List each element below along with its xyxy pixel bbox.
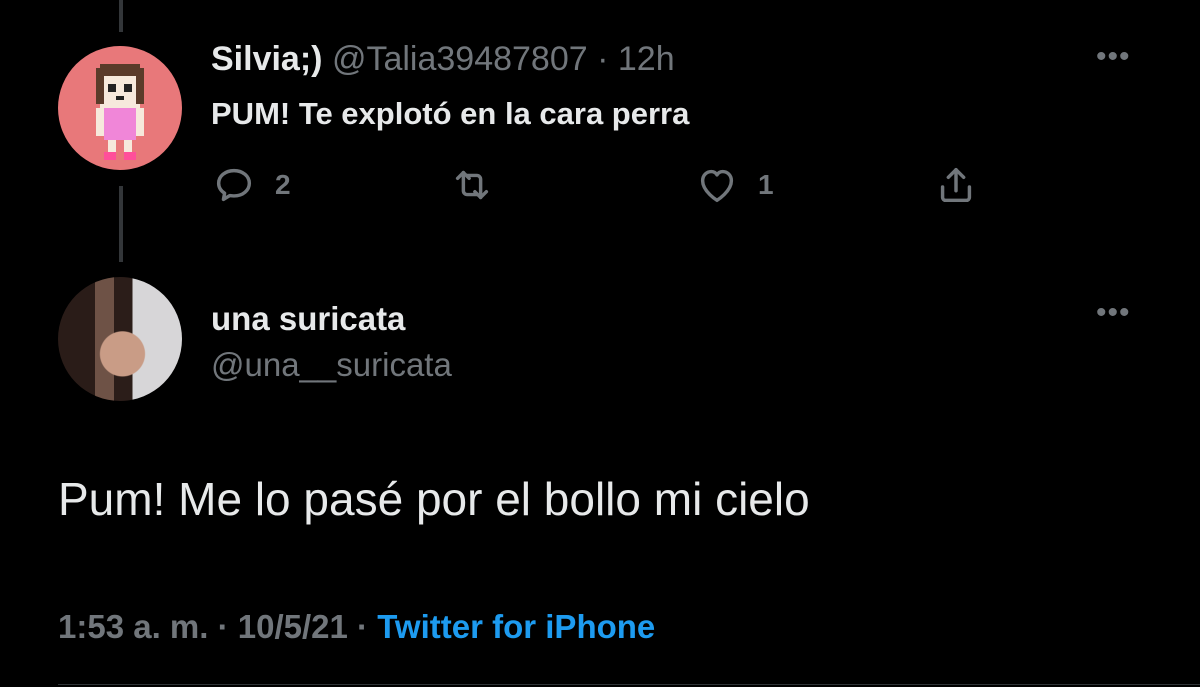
share-icon bbox=[940, 167, 972, 203]
thread-line-bottom bbox=[119, 186, 123, 262]
tweet-timestamp[interactable]: 1:53 a. m. bbox=[58, 608, 208, 645]
avatar[interactable] bbox=[58, 46, 182, 170]
author-name[interactable]: Silvia;) bbox=[211, 40, 322, 78]
separator-dot: · bbox=[217, 608, 229, 645]
separator-dot: · bbox=[357, 608, 369, 645]
reply-icon bbox=[216, 168, 252, 202]
reply-tweet-text: PUM! Te explotó en la cara perra bbox=[211, 96, 690, 131]
share-button[interactable] bbox=[933, 162, 979, 208]
tweet-header: Silvia;) @Talia39487807 · 12h bbox=[211, 40, 675, 79]
avatar[interactable] bbox=[58, 277, 182, 401]
like-count: 1 bbox=[758, 169, 774, 200]
divider bbox=[58, 684, 1200, 685]
author-handle[interactable]: @una__suricata bbox=[211, 346, 452, 384]
pixel-girl-avatar-icon bbox=[96, 64, 144, 160]
thread-line-top bbox=[119, 0, 123, 32]
author-name[interactable]: una suricata bbox=[211, 300, 405, 338]
reply-button[interactable]: 2 bbox=[211, 162, 291, 208]
heart-icon bbox=[700, 169, 734, 203]
retweet-button[interactable] bbox=[449, 162, 495, 208]
like-button[interactable]: 1 bbox=[694, 162, 774, 208]
tweet-date[interactable]: 10/5/21 bbox=[238, 608, 348, 645]
retweet-icon bbox=[455, 170, 489, 200]
tweet-source-link[interactable]: Twitter for iPhone bbox=[377, 608, 655, 645]
reply-count: 2 bbox=[275, 169, 291, 200]
tweet-time[interactable]: 12h bbox=[618, 40, 675, 78]
more-options-icon[interactable]: ••• bbox=[1096, 40, 1131, 74]
main-tweet-text: Pum! Me lo pasé por el bollo mi cielo bbox=[58, 473, 810, 525]
separator-dot: · bbox=[597, 40, 609, 78]
more-options-icon[interactable]: ••• bbox=[1096, 296, 1131, 330]
tweet-metadata: 1:53 a. m. · 10/5/21 · Twitter for iPhon… bbox=[58, 608, 655, 646]
author-handle[interactable]: @Talia39487807 bbox=[332, 40, 588, 78]
